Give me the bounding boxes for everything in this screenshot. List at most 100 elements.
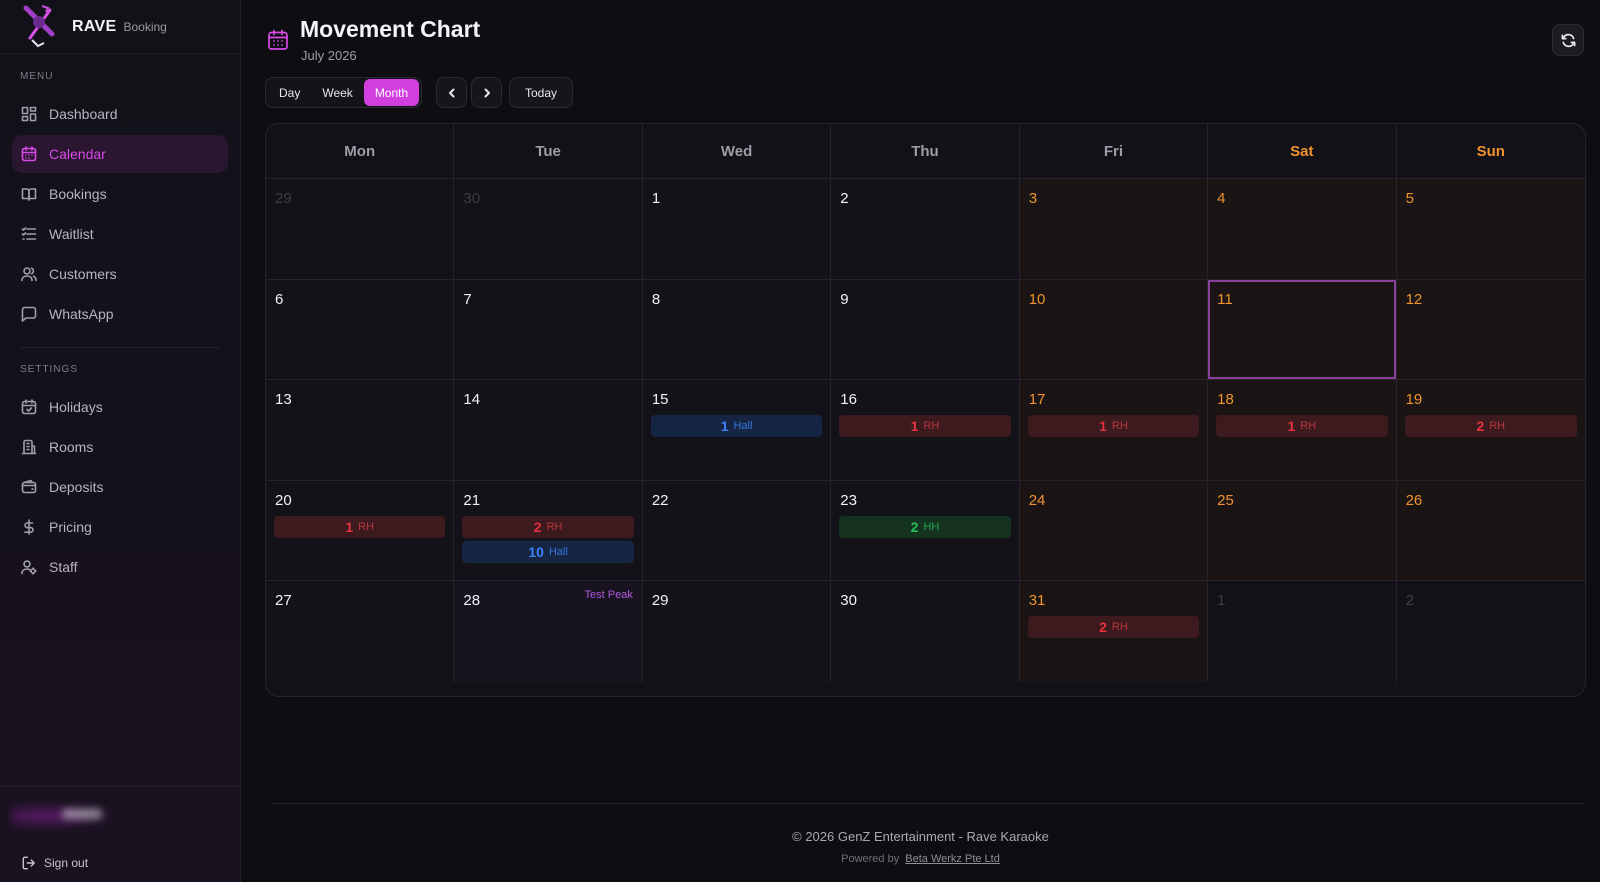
- day-number: 22: [651, 491, 669, 509]
- day-number: 9: [840, 290, 849, 308]
- day-number: 21: [463, 491, 481, 509]
- calendar-day-cell[interactable]: 20 1 RH: [266, 480, 455, 581]
- calendar-day-cell[interactable]: 4: [1208, 179, 1397, 280]
- calendar-day-cell[interactable]: 25: [1208, 480, 1397, 581]
- view-week-button[interactable]: Week: [311, 79, 363, 106]
- calendar-day-cell[interactable]: 27: [266, 581, 455, 682]
- sidebar-item-deposits[interactable]: Deposits: [12, 468, 228, 506]
- booking-room-type: HH: [923, 520, 940, 533]
- day-number: 30: [463, 190, 481, 207]
- calendar-day-cell[interactable]: 15 1 Hall: [642, 380, 832, 481]
- booking-count: 2: [910, 518, 919, 535]
- calendar-day-cell[interactable]: 2: [1396, 581, 1585, 682]
- calendar-day-cell[interactable]: 12: [1396, 279, 1585, 380]
- footer-divider: [271, 803, 1584, 804]
- sidebar-item-label: Waitlist: [49, 226, 94, 242]
- booking-badge-rh[interactable]: 2 RH: [1404, 415, 1577, 437]
- brand-name: RAVE: [72, 17, 117, 35]
- booking-room-type: RH: [546, 520, 563, 533]
- calendar-day-cell[interactable]: 17 1 RH: [1019, 380, 1209, 481]
- sidebar-item-customers[interactable]: Customers: [12, 255, 228, 293]
- calendar-day-cell[interactable]: 11: [1208, 279, 1397, 380]
- sidebar-item-calendar[interactable]: Calendar: [12, 135, 228, 173]
- calendar-day-cell[interactable]: 5: [1396, 179, 1585, 280]
- booking-badge-rh[interactable]: 1 RH: [1027, 415, 1200, 437]
- calendar-day-cell[interactable]: 18 1 RH: [1208, 380, 1397, 481]
- sidebar-item-holidays[interactable]: Holidays: [12, 388, 228, 426]
- dollar-icon: [24, 519, 34, 535]
- calendar-day-cell[interactable]: 7: [454, 279, 643, 380]
- calendar-day-cell[interactable]: 1: [1208, 581, 1397, 682]
- calendar-day-cell[interactable]: 19 2 RH: [1396, 380, 1585, 481]
- calendar-day-cell[interactable]: 9: [831, 279, 1020, 380]
- booking-badge-hh[interactable]: 2 HH: [839, 515, 1011, 538]
- day-number: 29: [651, 592, 669, 609]
- next-month-button[interactable]: [471, 77, 502, 108]
- view-toggle: Day Week Month: [265, 77, 423, 108]
- sidebar-item-whatsapp[interactable]: WhatsApp: [12, 295, 228, 333]
- sidebar-item-pricing[interactable]: Pricing: [12, 508, 228, 546]
- calendar-day-cell[interactable]: 22: [642, 480, 832, 581]
- calendar-day-cell[interactable]: 23 2 HH: [831, 480, 1020, 581]
- booking-badges: 1 RH: [1027, 415, 1200, 440]
- calendar-day-cell[interactable]: 30: [831, 581, 1020, 682]
- calendar-day-cell[interactable]: 10: [1019, 279, 1209, 380]
- calendar-day-cell[interactable]: 6: [266, 279, 455, 380]
- calendar-day-cell[interactable]: 21 2 RH 10 Hall: [454, 480, 643, 581]
- day-number: 10: [1028, 290, 1046, 308]
- day-number: 26: [1405, 491, 1423, 509]
- calendar-day-cell[interactable]: 13: [266, 380, 455, 481]
- day-number: 4: [1217, 190, 1226, 207]
- day-number: 16: [840, 391, 857, 408]
- month-calendar: Mon Tue Wed Thu Fri Sat Sun 29 30 1 2 3 4 5 6 7 8 9 10 11 1…: [265, 123, 1586, 697]
- view-month-button[interactable]: Month: [363, 79, 420, 106]
- calendar-day-cell[interactable]: 29: [642, 581, 832, 682]
- sidebar-item-label: Staff: [49, 559, 78, 575]
- refresh-button[interactable]: [1552, 24, 1584, 56]
- brand[interactable]: RAVE Booking: [0, 0, 240, 54]
- sidebar-item-label: Customers: [49, 266, 117, 282]
- calendar-day-cell[interactable]: 8: [642, 279, 832, 380]
- calendar-day-cell[interactable]: 28 Test Peak: [454, 581, 643, 682]
- calendar-day-cell[interactable]: 1: [642, 179, 832, 280]
- calendar-day-cell[interactable]: 30: [454, 179, 643, 280]
- sidebar-item-waitlist[interactable]: Waitlist: [12, 215, 228, 253]
- booking-badge-hall[interactable]: 1 Hall: [650, 415, 823, 437]
- calendar-day-cell[interactable]: 14: [454, 380, 643, 481]
- user-profile[interactable]: Sign out: [0, 786, 240, 882]
- booking-badge-rh[interactable]: 2 RH: [1027, 616, 1200, 638]
- calendar-day-cell[interactable]: 24: [1019, 480, 1209, 581]
- powered-link[interactable]: Beta Werkz Pte Ltd: [905, 853, 1000, 865]
- sidebar-item-staff[interactable]: Staff: [12, 548, 228, 586]
- weekday-fri: Fri: [1020, 124, 1209, 178]
- prev-month-button[interactable]: [436, 77, 467, 108]
- booking-badge-rh[interactable]: 1 RH: [1216, 415, 1388, 437]
- booking-room-type: Hall: [733, 420, 753, 432]
- footer-copyright: © 2026 GenZ Entertainment - Rave Karaoke: [792, 829, 1049, 844]
- calendar-day-cell[interactable]: 3: [1019, 179, 1209, 280]
- calendar-day-cell[interactable]: 31 2 RH: [1019, 581, 1209, 682]
- view-day-button[interactable]: Day: [268, 79, 311, 106]
- booking-badge-rh[interactable]: 1 RH: [274, 515, 446, 538]
- booking-badge-rh[interactable]: 1 RH: [839, 415, 1011, 437]
- sidebar-item-bookings[interactable]: Bookings: [12, 175, 228, 213]
- sidebar-item-label: Calendar: [49, 146, 106, 162]
- sidebar-item-dashboard[interactable]: Dashboard: [12, 95, 228, 133]
- sidebar-item-label: Rooms: [49, 439, 94, 455]
- calendar-day-cell[interactable]: 26: [1396, 480, 1585, 581]
- booking-room-type: RH: [1111, 621, 1128, 633]
- day-number: 31: [1028, 592, 1046, 609]
- weekday-sat: Sat: [1208, 124, 1397, 178]
- sidebar-item-label: Holidays: [49, 399, 103, 415]
- day-number: 25: [1217, 491, 1234, 509]
- calendar-day-cell[interactable]: 29: [266, 179, 455, 280]
- calendar-day-cell[interactable]: 2: [831, 179, 1020, 280]
- sign-out-button[interactable]: Sign out: [22, 856, 88, 870]
- calendar-day-cell[interactable]: 16 1 RH: [831, 380, 1020, 481]
- booking-badge-hall[interactable]: 10 Hall: [462, 540, 634, 563]
- today-button[interactable]: Today: [509, 77, 573, 108]
- booking-badge-rh[interactable]: 2 RH: [462, 515, 634, 538]
- sidebar-item-rooms[interactable]: Rooms: [12, 428, 228, 466]
- day-number: 14: [463, 391, 481, 408]
- building-icon: [21, 439, 37, 455]
